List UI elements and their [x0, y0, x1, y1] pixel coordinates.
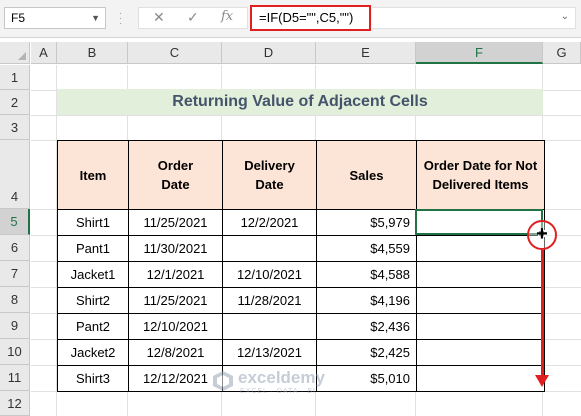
- cell-order-date[interactable]: 11/25/2021: [128, 209, 223, 236]
- cell-order-date[interactable]: 12/8/2021: [128, 339, 223, 366]
- row-header-8[interactable]: 8: [0, 287, 30, 313]
- row-header-7[interactable]: 7: [0, 261, 30, 287]
- cell-item[interactable]: Shirt3: [57, 365, 129, 392]
- name-box-value: F5: [11, 11, 26, 25]
- cell-result[interactable]: [416, 365, 545, 392]
- cell-item[interactable]: Shirt2: [57, 287, 129, 314]
- cell-sales[interactable]: $4,559: [316, 235, 417, 262]
- watermark-tagline: EXCEL · DATA · BI: [240, 388, 316, 395]
- drag-arrow-line: [541, 250, 544, 378]
- column-header-g[interactable]: G: [543, 42, 581, 64]
- sheet-title[interactable]: Returning Value of Adjacent Cells: [57, 89, 543, 115]
- column-header-c[interactable]: C: [128, 42, 222, 64]
- row-header-5[interactable]: 5: [0, 209, 30, 235]
- exceldemy-logo-icon: [213, 371, 233, 391]
- formula-bar: F5 ▼ · · · ✕ ✓ fx =IF(D5="",C5,"") ⌄: [0, 0, 581, 38]
- cell-order-date[interactable]: 12/12/2021: [128, 365, 223, 392]
- cancel-icon[interactable]: ✕: [153, 9, 165, 26]
- row-header-11[interactable]: 11: [0, 365, 30, 391]
- row-header-1[interactable]: 1: [0, 65, 30, 90]
- formula-input-area[interactable]: ⌄: [372, 7, 576, 29]
- header-order-date[interactable]: Order Date: [128, 140, 223, 210]
- cell-sales[interactable]: $2,436: [316, 313, 417, 340]
- header-result-label: Order Date for Not Delivered Items: [423, 158, 538, 192]
- row-header-2[interactable]: 2: [0, 90, 30, 115]
- drag-arrow-head-icon: [535, 375, 549, 387]
- table-row: Pant1 11/30/2021 $4,559: [57, 235, 545, 262]
- insert-function-icon[interactable]: fx: [221, 9, 233, 24]
- cell-order-date[interactable]: 11/30/2021: [128, 235, 223, 262]
- cell-result[interactable]: [416, 339, 545, 366]
- header-delivery-date-label: Delivery Date: [244, 158, 295, 192]
- header-item[interactable]: Item: [57, 140, 129, 210]
- header-sales[interactable]: Sales: [316, 140, 417, 210]
- formula-buttons: ✕ ✓ fx: [138, 7, 248, 29]
- cell-result[interactable]: [416, 287, 545, 314]
- cell-item[interactable]: Pant2: [57, 313, 129, 340]
- column-header-a[interactable]: A: [31, 42, 57, 64]
- cell-item[interactable]: Shirt1: [57, 209, 129, 236]
- data-table: Item Order Date Delivery Date Sales Orde…: [57, 140, 545, 392]
- crosshair-cursor-icon: +: [536, 223, 548, 245]
- cell-result[interactable]: [416, 261, 545, 288]
- cell-delivery-date[interactable]: [222, 235, 317, 262]
- row-header-9[interactable]: 9: [0, 313, 30, 339]
- chevron-down-icon[interactable]: ▼: [91, 8, 100, 28]
- column-header-f[interactable]: F: [416, 42, 543, 64]
- cell-item[interactable]: Pant1: [57, 235, 129, 262]
- row-header-6[interactable]: 6: [0, 235, 30, 261]
- cell-item[interactable]: Jacket2: [57, 339, 129, 366]
- table-header-row: Item Order Date Delivery Date Sales Orde…: [57, 140, 545, 210]
- header-delivery-date[interactable]: Delivery Date: [222, 140, 317, 210]
- cell-result[interactable]: [416, 235, 545, 262]
- select-all-button[interactable]: [0, 42, 30, 64]
- table-row: Shirt1 11/25/2021 12/2/2021 $5,979: [57, 209, 545, 236]
- column-header-b[interactable]: B: [57, 42, 128, 64]
- cell-order-date[interactable]: 11/25/2021: [128, 287, 223, 314]
- cell-delivery-date[interactable]: 12/13/2021: [222, 339, 317, 366]
- table-row: Pant2 12/10/2021 $2,436: [57, 313, 545, 340]
- row-header-10[interactable]: 10: [0, 339, 30, 365]
- table-row: Shirt2 11/25/2021 11/28/2021 $4,196: [57, 287, 545, 314]
- cell-sales[interactable]: $5,979: [316, 209, 417, 236]
- cell-delivery-date[interactable]: 11/28/2021: [222, 287, 317, 314]
- cell-result[interactable]: [416, 209, 545, 236]
- cell-order-date[interactable]: 12/1/2021: [128, 261, 223, 288]
- cell-sales[interactable]: $4,196: [316, 287, 417, 314]
- cell-sales[interactable]: $4,588: [316, 261, 417, 288]
- expand-formula-icon[interactable]: ⌄: [561, 11, 569, 22]
- cell-item[interactable]: Jacket1: [57, 261, 129, 288]
- enter-icon[interactable]: ✓: [187, 9, 199, 26]
- header-result[interactable]: Order Date for Not Delivered Items: [416, 140, 545, 210]
- cell-delivery-date[interactable]: 12/2/2021: [222, 209, 317, 236]
- watermark-name: exceldemy: [238, 368, 325, 387]
- cell-delivery-date[interactable]: [222, 313, 317, 340]
- row-header-3[interactable]: 3: [0, 115, 30, 140]
- column-header-e[interactable]: E: [316, 42, 416, 64]
- cell-result[interactable]: [416, 313, 545, 340]
- table-row: Jacket2 12/8/2021 12/13/2021 $2,425: [57, 339, 545, 366]
- cell-sales[interactable]: $2,425: [316, 339, 417, 366]
- watermark: exceldemy EXCEL · DATA · BI: [212, 366, 362, 400]
- row-header-12[interactable]: 12: [0, 391, 30, 416]
- cell-order-date[interactable]: 12/10/2021: [128, 313, 223, 340]
- name-box[interactable]: F5 ▼: [4, 7, 106, 29]
- formula-input[interactable]: =IF(D5="",C5,""): [250, 5, 371, 31]
- drag-handle-icon[interactable]: · · ·: [119, 9, 123, 29]
- column-header-d[interactable]: D: [222, 42, 316, 64]
- row-header-4[interactable]: 4: [0, 140, 30, 209]
- cell-delivery-date[interactable]: 12/10/2021: [222, 261, 317, 288]
- table-row: Jacket1 12/1/2021 12/10/2021 $4,588: [57, 261, 545, 288]
- header-order-date-label: Order Date: [157, 158, 194, 192]
